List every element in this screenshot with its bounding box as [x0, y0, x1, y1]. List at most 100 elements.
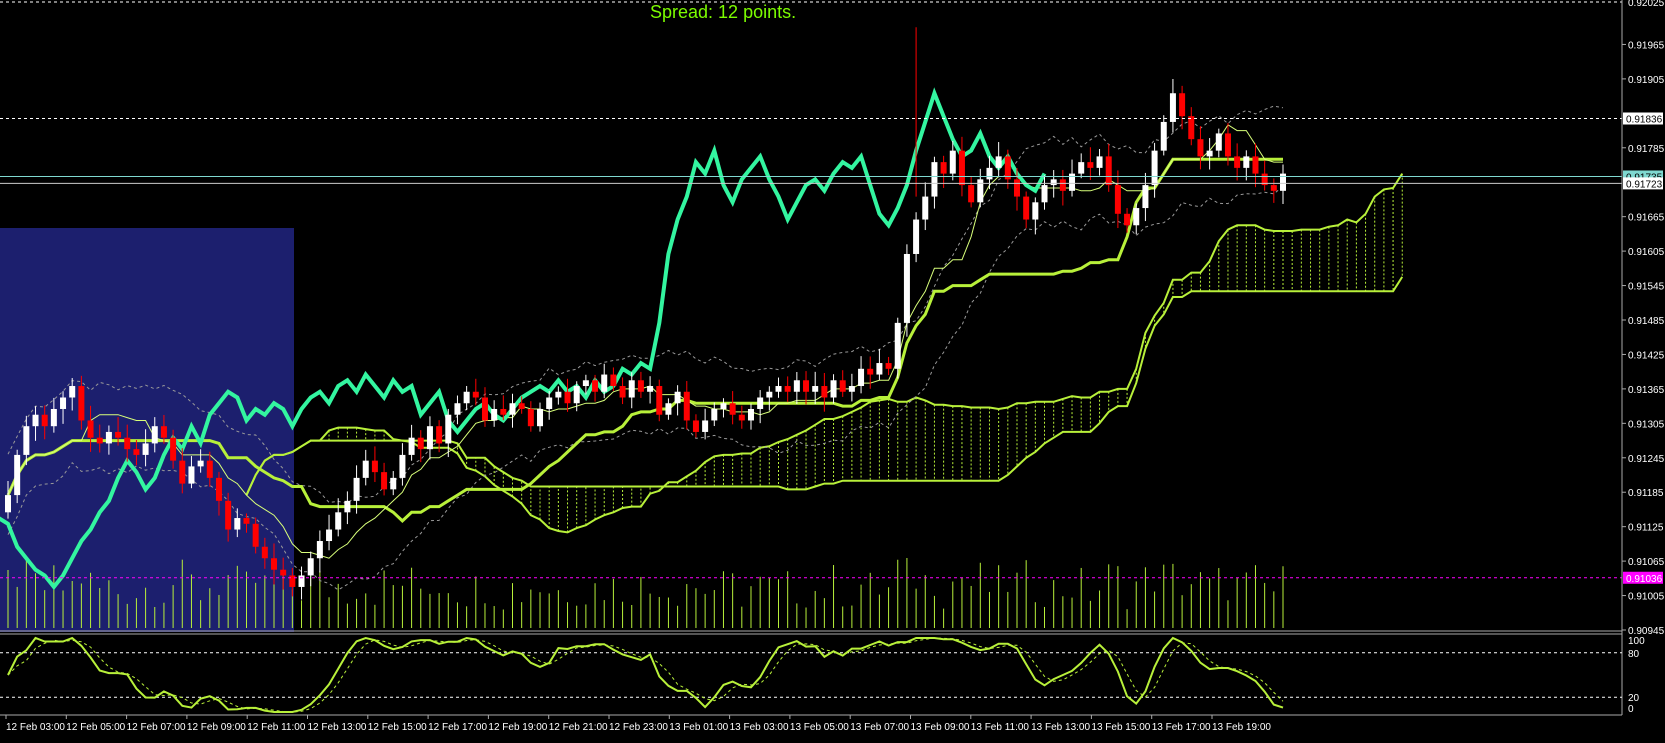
candle-bull	[69, 386, 76, 398]
price-tick-label: 0.91005	[1628, 592, 1665, 603]
candle-bear	[417, 437, 424, 450]
candle-bear	[133, 449, 140, 455]
time-tick-label: 12 Feb 03:00	[6, 722, 65, 733]
candle-bull	[344, 500, 351, 513]
candle-bear	[592, 380, 599, 392]
candle-bear	[381, 472, 388, 490]
candle-bull	[14, 454, 21, 496]
candle-bull	[601, 374, 608, 392]
price-tick-label: 0.91545	[1628, 282, 1665, 293]
candle-bull	[234, 518, 241, 530]
candle-bull	[537, 408, 544, 427]
candle-bear	[958, 150, 965, 186]
time-tick-label: 13 Feb 01:00	[669, 722, 728, 733]
candle-bear	[518, 403, 525, 409]
candle-bull	[647, 386, 654, 392]
candle-bear	[280, 569, 287, 576]
price-tick-label: 0.91245	[1628, 454, 1665, 465]
candle-bull	[573, 386, 580, 404]
candle-bull	[848, 386, 855, 392]
candle-bull	[628, 380, 635, 398]
candle-bull	[326, 529, 333, 542]
candle-bull	[426, 426, 433, 450]
time-tick-label: 12 Feb 23:00	[609, 722, 668, 733]
candle-bull	[702, 420, 709, 432]
candle-bear	[206, 460, 213, 478]
time-tick-label: 12 Feb 17:00	[428, 722, 487, 733]
candle-bull	[747, 408, 754, 421]
candle-bear	[1105, 156, 1112, 186]
time-tick-label: 12 Feb 09:00	[187, 722, 246, 733]
candle-bull	[555, 391, 562, 398]
candle-bull	[142, 443, 149, 455]
candle-bear	[940, 162, 947, 174]
price-tick-label: 0.91485	[1628, 316, 1665, 327]
candle-bear	[656, 386, 663, 415]
time-tick-label: 12 Feb 11:00	[247, 722, 306, 733]
candle-bull	[50, 408, 57, 427]
candle-bear	[96, 437, 103, 444]
chart-window[interactable]: 100 80 20 0 0.91965 0.91905 0.91785 0.91665 0.9…	[0, 0, 1665, 738]
candle-bull	[1215, 133, 1222, 151]
candle-bull	[491, 408, 498, 421]
candle-bear	[867, 368, 874, 375]
price-tick-label-top: 0.92025	[1628, 0, 1665, 9]
candle-bear	[692, 420, 699, 432]
candle-bull	[757, 397, 764, 409]
candle-bull	[903, 253, 910, 323]
candle-bear	[610, 374, 617, 387]
price-tick-label: 0.90945	[1628, 626, 1665, 637]
session-box	[0, 228, 294, 632]
candle-bull	[1133, 208, 1140, 226]
candle-bear	[289, 575, 296, 587]
candle-bull	[1032, 202, 1039, 220]
oscillator-tick-label: 80	[1628, 649, 1640, 660]
time-tick-label: 13 Feb 05:00	[790, 722, 849, 733]
time-tick-label: 12 Feb 13:00	[308, 722, 367, 733]
candle-bull	[5, 495, 11, 513]
candle-bull	[1151, 150, 1158, 186]
candle-bear	[1087, 162, 1094, 168]
candle-bull	[1142, 185, 1149, 209]
candle-bull	[949, 150, 956, 174]
candle-bull	[1243, 156, 1250, 168]
candle-bear	[271, 558, 278, 570]
candle-bear	[41, 414, 48, 427]
price-tick-label: 0.91785	[1628, 144, 1665, 155]
candle-bull	[1050, 179, 1057, 186]
candle-bear	[729, 403, 736, 415]
price-tick-label: 0.91365	[1628, 385, 1665, 396]
candle-bear	[1234, 156, 1241, 168]
candle-bull	[316, 541, 323, 559]
time-tick-label: 12 Feb 21:00	[549, 722, 608, 733]
candle-bull	[665, 403, 672, 415]
candle-bear	[115, 431, 122, 438]
candle-bull	[894, 322, 901, 369]
candle-bull	[876, 363, 883, 375]
candle-bear	[1004, 156, 1011, 180]
candle-bear	[1179, 93, 1186, 117]
candle-bull	[353, 477, 360, 501]
candle-bear	[1114, 185, 1121, 214]
time-tick-label: 12 Feb 19:00	[488, 722, 547, 733]
candle-bull	[1096, 156, 1103, 168]
candle-bull	[509, 403, 516, 415]
candle-bear	[527, 408, 534, 427]
time-tick-label: 12 Feb 05:00	[66, 722, 125, 733]
price-tick-label: 0.91905	[1628, 75, 1665, 86]
price-label-ask: 0.91723	[1626, 179, 1663, 190]
candle-bear	[683, 391, 690, 421]
candle-bull	[463, 391, 470, 404]
oscillator-tick-label: 100	[1628, 636, 1645, 647]
candle-bear	[500, 408, 507, 415]
candle-bear	[261, 546, 268, 559]
candle-bear	[215, 477, 222, 501]
candle-bear	[1197, 139, 1204, 157]
time-tick-label: 13 Feb 03:00	[730, 722, 789, 733]
candle-bull	[995, 156, 1002, 168]
time-tick-label: 13 Feb 17:00	[1152, 722, 1211, 733]
candle-bull	[445, 414, 452, 444]
candle-bear	[243, 518, 250, 524]
chart-canvas[interactable]: 100 80 200 0.91965 0.91905 0.91785 0.91665 0.9…	[0, 0, 1665, 738]
candle-bull	[931, 162, 938, 197]
